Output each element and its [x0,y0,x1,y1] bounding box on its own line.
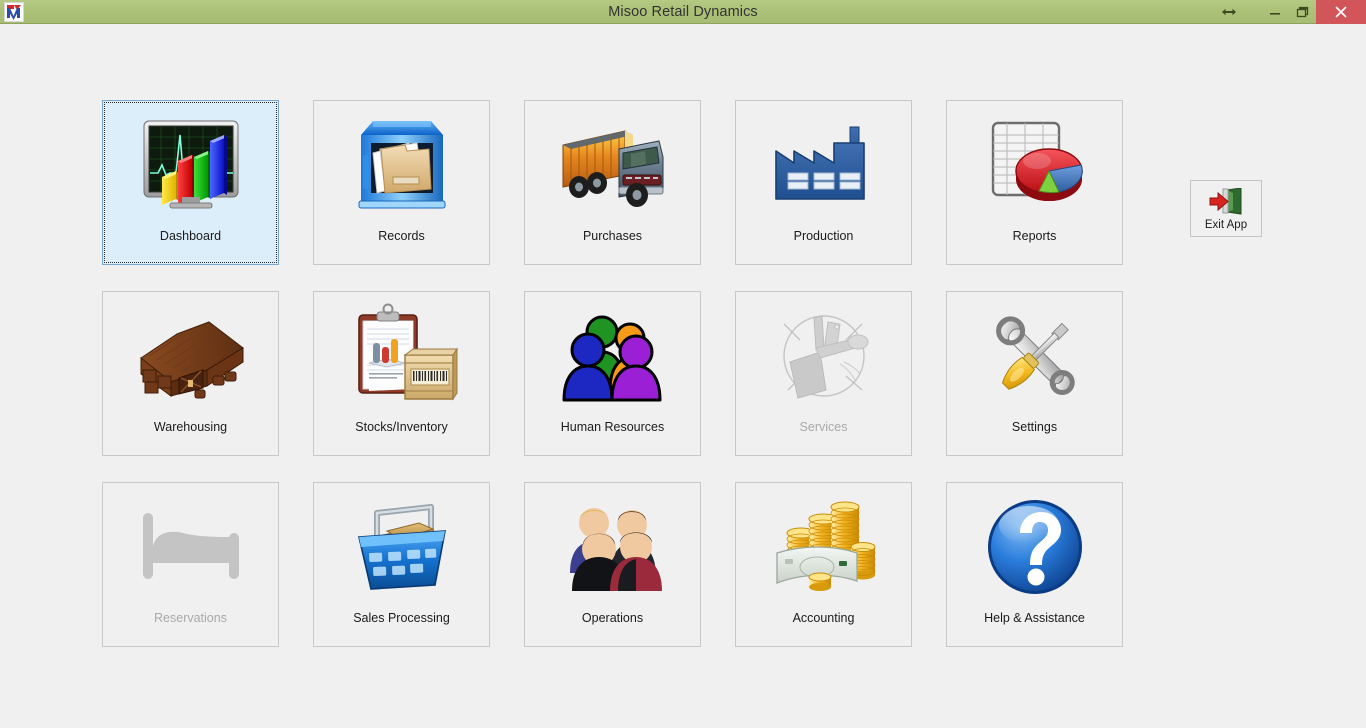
tile-operations[interactable]: Operations [524,482,701,647]
tile-help-assistance[interactable]: Help & Assistance [946,482,1123,647]
tile-label: Reports [1012,229,1057,243]
close-window-button[interactable] [1316,0,1366,24]
tile-stocks-inventory[interactable]: Stocks/Inventory [313,291,490,456]
wrench-screwdriver-icon [946,292,1123,420]
people-group-icon [524,292,701,420]
tile-label: Operations [581,611,644,625]
tile-label: Sales Processing [353,611,450,625]
main-menu-panel: Dashboard Records Purchases Production R… [0,24,1366,728]
shopping-basket-boxes-icon [313,483,490,611]
tile-reservations: Reservations [102,482,279,647]
avatars-team-icon [524,483,701,611]
tile-label: Production [793,229,854,243]
tile-label: Help & Assistance [984,611,1085,625]
maximize-window-button[interactable] [1290,0,1316,24]
dashboard-monitor-chart-icon [102,101,279,229]
exit-app-button[interactable]: Exit App [1190,180,1262,237]
tile-production[interactable]: Production [735,100,912,265]
tile-label: Stocks/Inventory [355,420,448,434]
tile-row: Reservations Sales Processing Operations… [102,482,1166,673]
tile-label: Reservations [154,611,227,625]
tile-label: Warehousing [153,420,228,434]
tile-label: Purchases [582,229,643,243]
tile-human-resources[interactable]: Human Resources [524,291,701,456]
tile-label: Services [799,420,848,434]
tile-label: Dashboard [159,229,222,243]
module-tile-grid: Dashboard Records Purchases Production R… [102,100,1166,673]
warehouse-barn-icon [102,292,279,420]
app-logo-icon [4,2,24,22]
tile-reports[interactable]: Reports [946,100,1123,265]
tile-row: Dashboard Records Purchases Production R… [102,100,1166,291]
tile-services: Services [735,291,912,456]
factory-icon [735,101,912,229]
tile-label: Accounting [792,611,855,625]
resize-window-button[interactable] [1216,0,1242,24]
utensils-tools-icon [735,292,912,420]
window-title: Misoo Retail Dynamics [608,4,758,20]
tile-sales-processing[interactable]: Sales Processing [313,482,490,647]
tile-settings[interactable]: Settings [946,291,1123,456]
tile-records[interactable]: Records [313,100,490,265]
tile-purchases[interactable]: Purchases [524,100,701,265]
minimize-window-button[interactable] [1262,0,1288,24]
tile-label: Settings [1011,420,1058,434]
bed-icon [102,483,279,611]
exit-app-label: Exit App [1204,219,1248,231]
exit-door-arrow-icon [1209,186,1243,218]
tile-accounting[interactable]: Accounting [735,482,912,647]
tile-label: Human Resources [560,420,665,434]
question-mark-sphere-icon [946,483,1123,611]
file-cabinet-folders-icon [313,101,490,229]
clipboard-crate-icon [313,292,490,420]
spreadsheet-pie-chart-icon [946,101,1123,229]
coins-banknote-icon [735,483,912,611]
delivery-truck-icon [524,101,701,229]
tile-warehousing[interactable]: Warehousing [102,291,279,456]
tile-row: Warehousing Stocks/Inventory Human Resou… [102,291,1166,482]
tile-label: Records [378,229,425,243]
window-title-bar: Misoo Retail Dynamics [0,0,1366,24]
tile-dashboard[interactable]: Dashboard [102,100,279,265]
